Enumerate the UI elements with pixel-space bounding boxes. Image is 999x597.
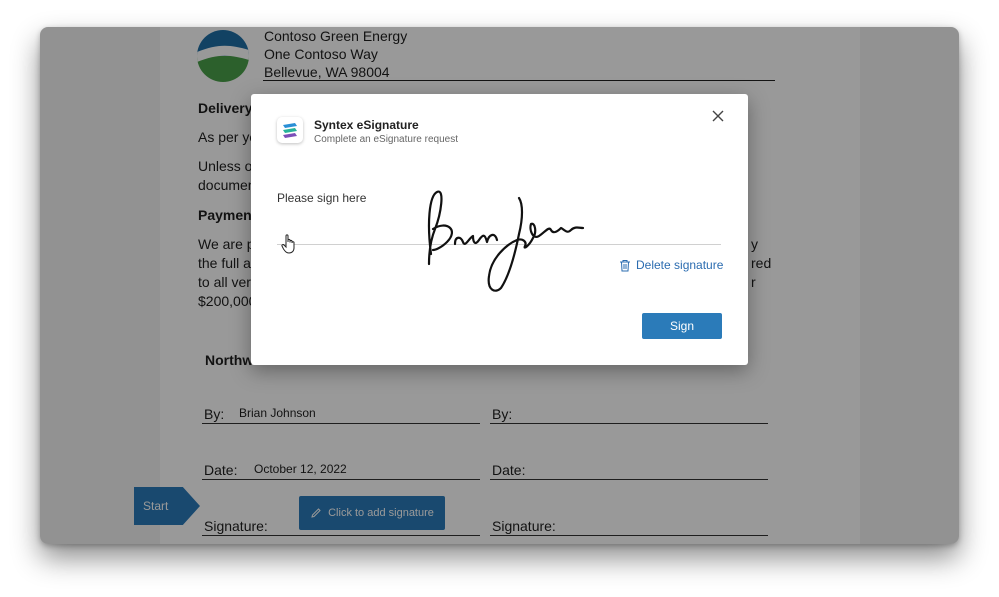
hand-cursor-icon [281, 234, 295, 254]
trash-icon [620, 259, 630, 271]
close-button[interactable] [709, 107, 727, 125]
close-icon [712, 110, 724, 122]
drawn-signature [427, 190, 585, 292]
syntex-icon [277, 117, 303, 143]
sign-button[interactable]: Sign [642, 313, 722, 339]
dialog-title: Syntex eSignature [314, 118, 419, 132]
delete-signature-button[interactable]: Delete signature [619, 258, 723, 272]
esignature-dialog: Syntex eSignature Complete an eSignature… [251, 94, 748, 365]
dialog-subtitle: Complete an eSignature request [314, 134, 458, 145]
delete-signature-label: Delete signature [636, 258, 724, 272]
sign-prompt: Please sign here [277, 191, 367, 205]
